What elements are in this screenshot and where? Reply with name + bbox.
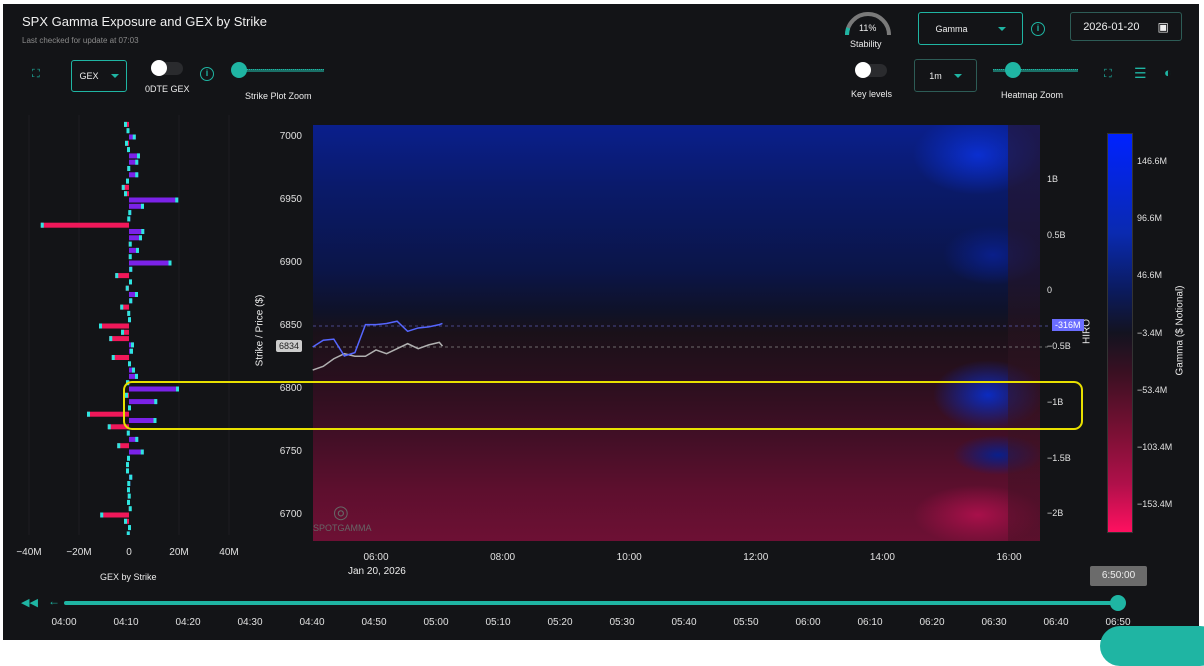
y-tick: 6850 [279,320,302,331]
timeline-tooltip: 6:50:00 [1090,566,1147,586]
timeline-knob[interactable] [1110,595,1126,611]
colorbar-tick: −103.4M [1137,442,1173,452]
hiro-marker: -316M [1052,319,1084,331]
hiro-tick: 0.5B [1047,229,1066,240]
hiro-axis-label: HIRO [1081,319,1093,344]
timeline-label: 04:10 [113,617,139,628]
x-tick: 12:00 [743,552,769,563]
y-tick: 6700 [279,509,302,520]
timeline-label: 05:50 [733,617,759,628]
x-axis-date: Jan 20, 2026 [348,566,406,577]
y-tick: 6800 [279,383,302,394]
x-tick: 08:00 [490,552,516,563]
timeline-label: 06:20 [919,617,945,628]
y-tick: 6750 [279,446,302,457]
timeline-label: 05:30 [609,617,635,628]
timeline-label: 05:40 [671,617,697,628]
colorbar-label: Gamma ($ Notional) [1174,285,1186,376]
y-tick: 6900 [279,257,302,268]
timeline-label: 06:10 [857,617,883,628]
colorbar-tick: −3.4M [1137,327,1163,338]
gex-x-tick: −20M [66,547,92,558]
hiro-tick: 1B [1047,174,1059,184]
gex-x-tick: 40M [219,547,239,558]
timeline-label: 06:30 [981,617,1007,628]
colorbar-tick: 46.6M [1137,270,1163,281]
arrow-left-icon[interactable]: ← [48,594,60,608]
timeline-label: 06:00 [795,617,821,628]
timeline-label: 04:20 [175,617,201,628]
timeline-label: 05:10 [485,617,511,628]
x-tick: 14:00 [869,552,895,563]
highlight-box [123,381,1083,430]
timeline-label: 04:40 [299,617,325,628]
timeline-label: 04:30 [237,617,263,628]
gex-x-tick: 20M [169,547,189,558]
hiro-tick: −1.5B [1047,452,1071,463]
y-tick: 6950 [279,194,302,205]
gex-x-tick: 0 [126,547,132,558]
colorbar-tick: −53.4M [1137,384,1168,395]
y-axis-label: Strike / Price ($) [254,294,266,367]
timeline-label: 05:00 [423,617,449,628]
x-tick: 06:00 [363,552,389,563]
colorbar-tick: −153.4M [1137,499,1173,510]
x-tick: 10:00 [616,552,642,563]
timeline-label: 04:00 [51,617,77,628]
x-tick: 16:00 [996,552,1022,563]
chat-button[interactable] [1100,626,1204,666]
price-line [312,341,444,371]
colorbar-tick: 146.6M [1137,156,1168,166]
timeline-label: 05:20 [547,617,573,628]
hiro-tick: 0 [1047,285,1053,296]
price-marker: 6834 [276,340,303,352]
timeline-label: 04:50 [361,617,387,628]
timeline-label: 06:40 [1043,617,1069,628]
hiro-tick: −1B [1047,396,1064,407]
hiro-tick: −2B [1047,508,1064,519]
colorbar-tick: 96.6M [1137,213,1163,224]
hiro-tick: −0.5B [1047,341,1071,352]
rewind-icon[interactable]: ◀◀ [21,596,38,609]
timeline-label: 06:50 [1105,617,1131,628]
timeline-slider[interactable] [64,601,1118,605]
colorbar [1107,133,1133,533]
y-tick: 7000 [279,131,302,142]
gex-x-tick: −40M [16,547,42,558]
